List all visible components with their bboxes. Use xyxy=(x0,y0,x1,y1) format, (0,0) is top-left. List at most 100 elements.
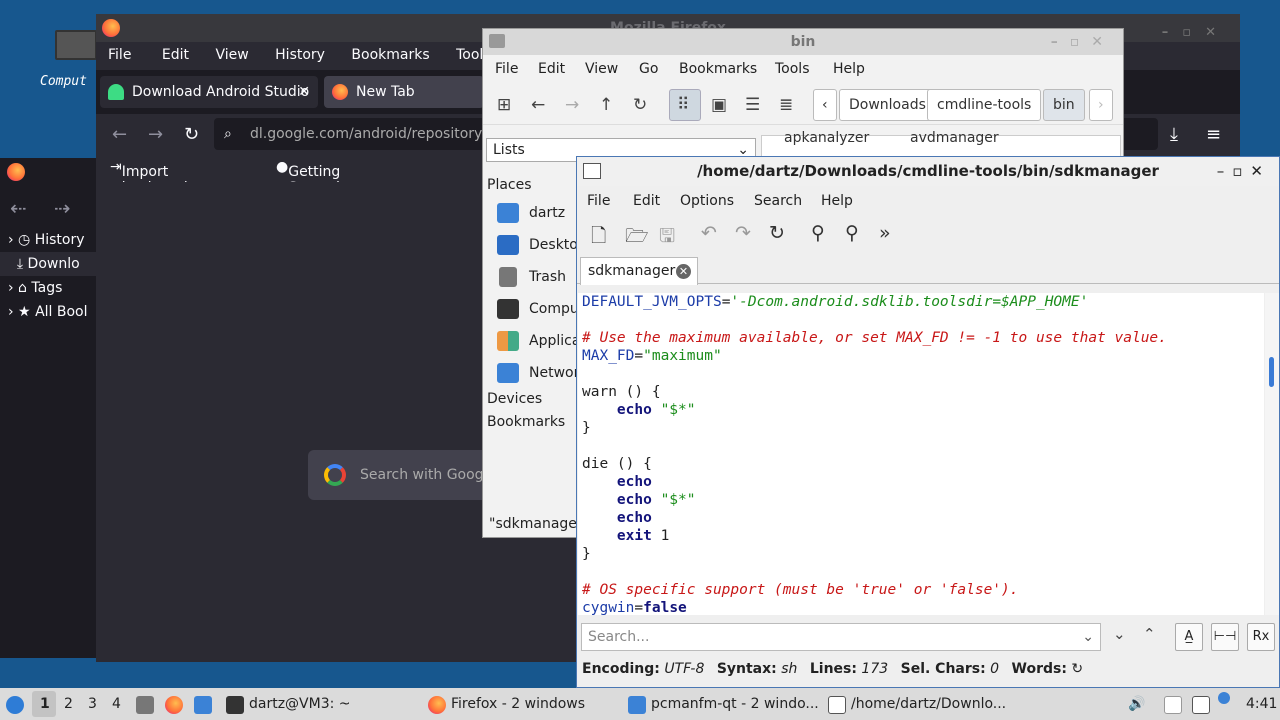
workspace-4[interactable]: 4 xyxy=(112,696,121,712)
breadcrumb-downloads[interactable]: Downloads xyxy=(839,89,936,121)
menu-edit[interactable]: Edit xyxy=(136,42,189,63)
find-next-icon[interactable]: ⌄ xyxy=(1113,625,1126,643)
menu-help[interactable]: Help xyxy=(821,193,853,209)
workspace-2[interactable]: 2 xyxy=(64,696,73,712)
find-icon[interactable]: ⚲ xyxy=(811,222,825,244)
google-search-box[interactable]: Search with Goog xyxy=(308,450,498,500)
match-case-icon[interactable]: A̲ xyxy=(1175,623,1203,651)
android-icon xyxy=(108,84,124,100)
task-firefox[interactable]: Firefox - 2 windows xyxy=(451,696,585,712)
file-manager-launcher-icon[interactable] xyxy=(136,696,154,714)
reload-icon[interactable]: ↻ xyxy=(184,124,199,145)
downloads-icon[interactable]: ⤓ xyxy=(1170,124,1178,145)
menu-icon[interactable]: ≡ xyxy=(1206,124,1221,145)
reload-icon[interactable]: ↻ xyxy=(633,95,647,115)
firefox-launcher-icon[interactable] xyxy=(165,696,183,714)
task-terminal[interactable]: dartz@VM3: ~ xyxy=(249,696,351,712)
menu-view[interactable]: View xyxy=(193,42,248,63)
forward-icon[interactable]: ⇢ xyxy=(54,196,71,220)
menu-edit[interactable]: Edit xyxy=(538,61,565,77)
library-item-downloads[interactable]: ⤓ Downlo xyxy=(0,252,96,276)
menu-edit[interactable]: Edit xyxy=(633,193,660,209)
code-line: echo "$*" xyxy=(582,401,1264,419)
window-controls[interactable]: –▫✕ xyxy=(1217,157,1271,186)
menu-file[interactable]: File xyxy=(495,61,518,77)
menu-tools[interactable]: Tools xyxy=(775,61,810,77)
start-menu-icon[interactable] xyxy=(6,696,24,714)
new-tab-icon[interactable]: ⊞ xyxy=(497,95,511,115)
file-item[interactable]: apkanalyzer xyxy=(784,130,869,146)
clipboard-icon[interactable] xyxy=(1164,696,1182,714)
volume-icon[interactable]: 🔊 xyxy=(1128,696,1145,712)
breadcrumb-left-icon[interactable]: ‹ xyxy=(813,89,837,121)
tab-sdkmanager[interactable]: sdkmanager ✕ xyxy=(580,257,698,285)
place-trash[interactable]: Trash xyxy=(529,269,566,285)
menu-search[interactable]: Search xyxy=(754,193,802,209)
desktop-launcher-icon[interactable] xyxy=(194,696,212,714)
breadcrumb-cmdline-tools[interactable]: cmdline-tools xyxy=(927,89,1042,121)
network-tray-icon[interactable] xyxy=(1192,696,1210,714)
place-applications[interactable]: Applica xyxy=(529,333,580,349)
up-icon[interactable]: ↑ xyxy=(599,95,613,115)
vertical-scrollbar[interactable] xyxy=(1265,293,1279,615)
search-input[interactable]: Search... ⌄ xyxy=(581,623,1101,651)
tab-download-android-studio[interactable]: Download Android Studio ✕ xyxy=(100,76,318,108)
place-computer[interactable]: Compu xyxy=(529,301,579,317)
place-dartz[interactable]: dartz xyxy=(529,205,565,221)
menu-help[interactable]: Help xyxy=(833,61,865,77)
save-icon[interactable]: 🖫 xyxy=(659,222,675,254)
menu-view[interactable]: View xyxy=(585,61,618,77)
open-folder-icon[interactable]: 🗁 xyxy=(625,222,649,254)
find-replace-icon[interactable]: ⚲ xyxy=(845,222,859,244)
regex-icon[interactable]: Rx xyxy=(1247,623,1275,651)
file-item[interactable]: avdmanager xyxy=(910,130,999,146)
code-token: echo xyxy=(616,402,652,418)
whole-word-icon[interactable]: ⊢⊣ xyxy=(1211,623,1239,651)
text-editor[interactable]: DEFAULT_JVM_OPTS = '-Dcom.android.sdklib.t… xyxy=(578,293,1264,615)
tab-close-icon[interactable]: ✕ xyxy=(676,264,691,279)
window-controls[interactable]: –▫✕ xyxy=(1051,29,1115,55)
detailed-view-icon[interactable]: ≣ xyxy=(779,95,793,115)
getting-started-link[interactable]: ● Getting Started xyxy=(276,159,340,196)
back-icon[interactable]: ⇠ xyxy=(10,196,27,220)
notification-icon[interactable] xyxy=(1218,692,1230,704)
refresh-words-icon[interactable]: ↻ xyxy=(1071,661,1083,677)
library-item-history[interactable]: › ◷ History xyxy=(0,228,96,252)
scrollbar-thumb[interactable] xyxy=(1269,357,1274,387)
breadcrumb-right-icon[interactable]: › xyxy=(1089,89,1113,121)
forward-icon[interactable]: → xyxy=(148,124,163,145)
workspace-3[interactable]: 3 xyxy=(88,696,97,712)
menu-bookmarks[interactable]: Bookmarks xyxy=(679,61,757,77)
import-bookmarks-link[interactable]: ⇥ Import bookmarks... xyxy=(110,159,213,196)
menu-file[interactable]: File xyxy=(96,42,131,63)
new-file-icon[interactable]: 🗋 xyxy=(591,222,606,254)
place-network[interactable]: Networ xyxy=(529,365,579,381)
grid-icon: ⠿ xyxy=(677,95,690,115)
breadcrumb-bin[interactable]: bin xyxy=(1043,89,1085,121)
compact-view-icon[interactable]: ☰ xyxy=(745,95,760,115)
thumbnail-view-icon[interactable]: ▣ xyxy=(711,95,727,115)
tab-close-icon[interactable]: ✕ xyxy=(298,76,310,108)
forward-icon[interactable]: → xyxy=(565,95,579,115)
menu-options[interactable]: Options xyxy=(680,193,734,209)
chevron-down-icon[interactable]: ⌄ xyxy=(1082,624,1094,650)
tab-new-tab[interactable]: New Tab xyxy=(324,76,484,108)
menu-history[interactable]: History xyxy=(253,42,325,63)
menu-go[interactable]: Go xyxy=(639,61,658,77)
back-icon[interactable]: ← xyxy=(112,124,127,145)
library-item-tags[interactable]: › ⌂ Tags xyxy=(0,276,96,300)
back-icon[interactable]: ← xyxy=(531,95,545,115)
find-previous-icon[interactable]: ⌃ xyxy=(1143,625,1156,643)
menu-bookmarks[interactable]: Bookmarks xyxy=(329,42,429,63)
workspace-1[interactable]: 1 xyxy=(40,696,50,712)
more-icon[interactable]: » xyxy=(879,222,891,244)
undo-icon[interactable]: ↶ xyxy=(701,222,717,244)
reload-icon[interactable]: ↻ xyxy=(769,222,785,244)
redo-icon[interactable]: ↷ xyxy=(735,222,751,244)
place-desktop[interactable]: Deskto xyxy=(529,237,578,253)
task-pcmanfm[interactable]: pcmanfm-qt - 2 windo... xyxy=(651,696,819,712)
menu-file[interactable]: File xyxy=(587,193,610,209)
desktop-computer-icon[interactable]: Comput xyxy=(40,28,100,98)
library-item-all-bookmarks[interactable]: › ★ All Bool xyxy=(0,300,96,324)
task-featherpad[interactable]: /home/dartz/Downlo... xyxy=(851,696,1006,712)
